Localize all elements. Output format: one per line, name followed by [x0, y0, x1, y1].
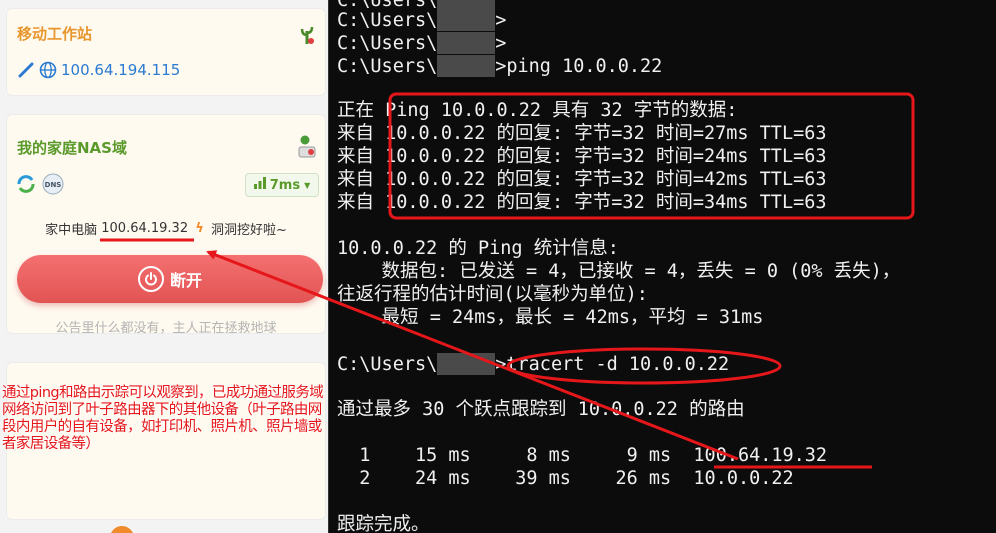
globe-icon	[39, 61, 57, 79]
tracert-hop: 2 24 ms 39 ms 26 ms 10.0.0.22	[337, 468, 794, 489]
tracert-header: 通过最多 30 个跃点跟踪到 10.0.0.22 的路由	[337, 399, 745, 420]
latency-value: 7ms	[269, 177, 301, 193]
annotation-text: 通过ping和路由示踪可以观察到，已成功通过服务域网络访问到了叶子路由器下的其他…	[2, 385, 324, 452]
device-line: 家中电脑 100.64.19.32 ϟ 洞洞挖好啦~	[7, 219, 325, 238]
terminal-line: C:\Users\ >	[337, 9, 507, 31]
terminal-window[interactable]: C:\Users\ C:\Users\ > C:\Users\ > C:\Users…	[328, 0, 996, 533]
app-icon	[110, 526, 134, 533]
chevron-down-icon: ▼	[304, 180, 311, 190]
dns-icon[interactable]: DNS	[41, 173, 65, 200]
bolt-icon: ϟ	[195, 221, 204, 236]
status-icons: DNS	[15, 173, 65, 200]
latency-dropdown[interactable]: 7ms ▼	[245, 173, 319, 197]
card-title: 移动工作站	[17, 25, 93, 43]
redaction-box	[437, 55, 496, 77]
ping-header: 正在 Ping 10.0.0.22 具有 32 字节的数据:	[337, 100, 738, 121]
disconnect-button[interactable]: 断开	[17, 255, 323, 303]
server-alert-icon	[297, 135, 317, 158]
device-name: 家中电脑	[45, 223, 98, 238]
redaction-box	[437, 32, 496, 54]
ping-rtt-values: 最短 = 24ms，最长 = 42ms，平均 = 31ms	[337, 307, 764, 328]
cactus-plant-icon	[297, 23, 317, 45]
signal-bars-icon	[253, 177, 266, 193]
terminal-line: C:\Users\ >	[337, 32, 507, 54]
ping-reply: 来自 10.0.0.22 的回复: 字节=32 时间=42ms TTL=63	[337, 169, 827, 190]
refresh-icon[interactable]	[15, 173, 37, 200]
disconnect-label: 断开	[169, 271, 202, 290]
app-panel: 移动工作站 100.64.194.115 我的家庭NAS域 DNS 7ms ▼ …	[0, 0, 328, 533]
redaction-box	[437, 353, 496, 375]
ping-reply: 来自 10.0.0.22 的回复: 字节=32 时间=24ms TTL=63	[337, 146, 827, 167]
ping-stats-title: 10.0.0.22 的 Ping 统计信息:	[337, 238, 619, 259]
home-nas-card[interactable]: 我的家庭NAS域 DNS 7ms ▼ 家中电脑 100.64.19.32 ϟ 洞…	[6, 114, 326, 336]
workstation-ip: 100.64.194.115	[61, 61, 181, 79]
terminal-line: C:\Users\ >ping 10.0.0.22	[337, 55, 663, 77]
terminal-line: C:\Users\ >tracert -d 10.0.0.22	[337, 353, 730, 375]
card-title: 我的家庭NAS域	[17, 139, 127, 157]
redaction-box	[437, 9, 496, 31]
mobile-workstation-card[interactable]: 移动工作站 100.64.194.115	[6, 8, 326, 96]
ping-stats-packets: 数据包: 已发送 = 4，已接收 = 4，丢失 = 0 (0% 丢失)，	[337, 261, 901, 282]
link-icon	[17, 61, 35, 79]
ping-reply: 来自 10.0.0.22 的回复: 字节=32 时间=34ms TTL=63	[337, 192, 827, 213]
device-ip: 100.64.19.32	[101, 221, 189, 236]
workstation-ip-row[interactable]: 100.64.194.115	[17, 61, 180, 79]
device-status: 洞洞挖好啦~	[210, 223, 287, 238]
notice-text: 公告里什么都没有，主人正在拯救地球	[55, 321, 277, 336]
tracert-done: 跟踪完成。	[337, 514, 430, 533]
ping-reply: 来自 10.0.0.22 的回复: 字节=32 时间=27ms TTL=63	[337, 123, 827, 144]
svg-text:DNS: DNS	[45, 181, 62, 189]
power-icon	[137, 266, 164, 292]
ping-rtt-title: 往返行程的估计时间(以毫秒为单位):	[337, 284, 648, 305]
tracert-hop: 1 15 ms 8 ms 9 ms 100.64.19.32	[337, 445, 828, 466]
